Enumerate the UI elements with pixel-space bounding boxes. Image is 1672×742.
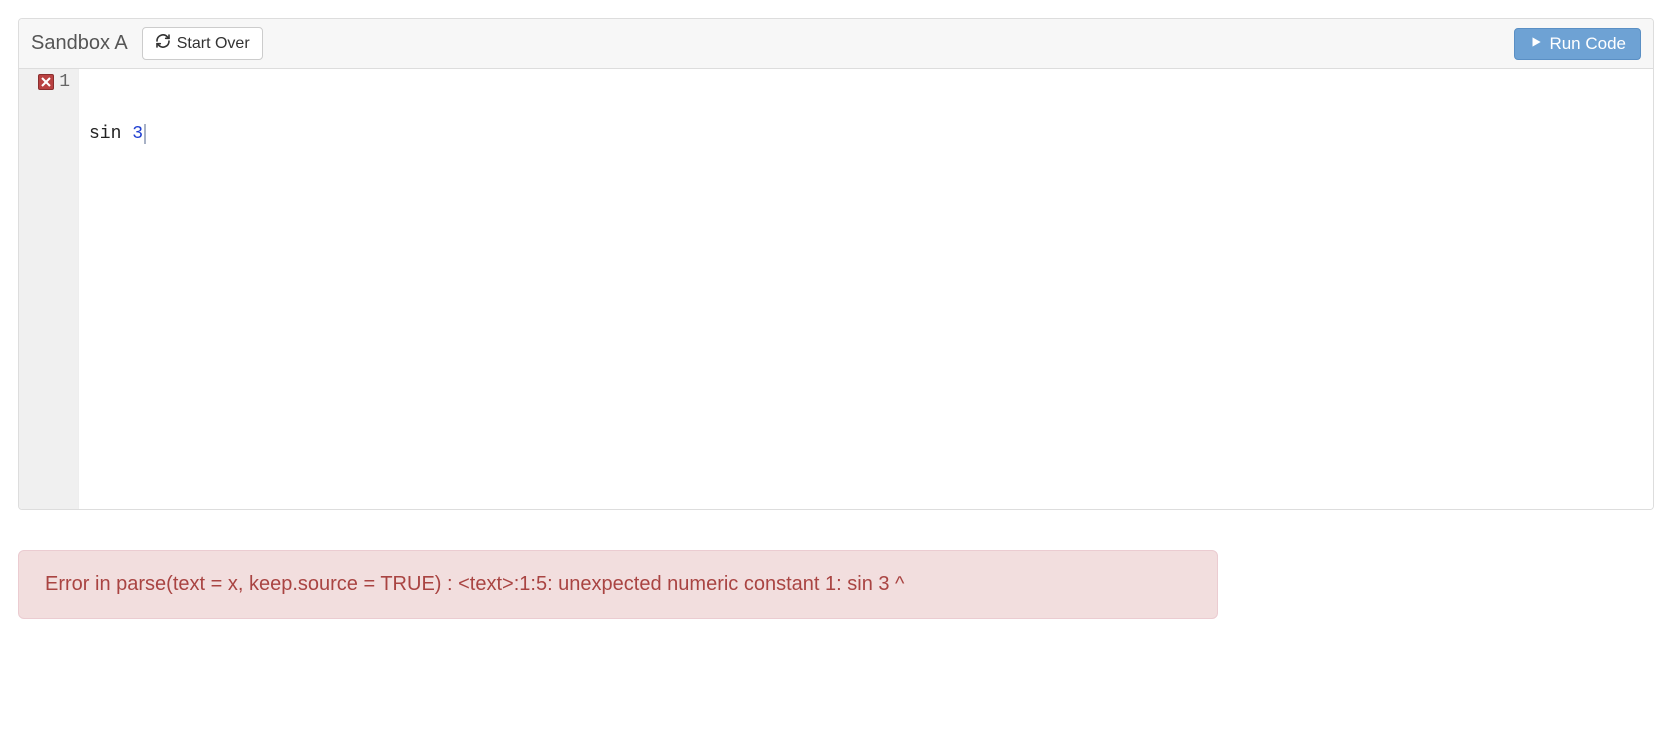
gutter-row: 1: [19, 69, 78, 95]
play-icon: [1529, 34, 1543, 54]
line-number: 1: [58, 69, 70, 95]
error-output: Error in parse(text = x, keep.source = T…: [18, 550, 1218, 619]
code-line[interactable]: sin 3: [89, 121, 1643, 147]
code-token-space: [121, 121, 132, 147]
run-code-label: Run Code: [1549, 34, 1626, 54]
error-marker-icon: [38, 74, 54, 90]
panel-title: Sandbox A: [31, 32, 128, 55]
code-panel: Sandbox A Start Over Run Code: [18, 18, 1654, 510]
code-token-identifier: sin: [89, 121, 121, 147]
toolbar-right: Run Code: [1514, 28, 1641, 60]
refresh-icon: [155, 33, 171, 54]
editor-gutter: 1: [19, 69, 79, 509]
text-cursor: [144, 124, 146, 144]
start-over-button[interactable]: Start Over: [142, 27, 263, 60]
error-message: Error in parse(text = x, keep.source = T…: [45, 573, 904, 595]
code-token-number: 3: [132, 121, 143, 147]
code-area[interactable]: sin 3: [79, 69, 1653, 509]
toolbar: Sandbox A Start Over Run Code: [19, 19, 1653, 69]
code-editor[interactable]: 1 sin 3: [19, 69, 1653, 509]
run-code-button[interactable]: Run Code: [1514, 28, 1641, 60]
start-over-label: Start Over: [177, 35, 250, 53]
